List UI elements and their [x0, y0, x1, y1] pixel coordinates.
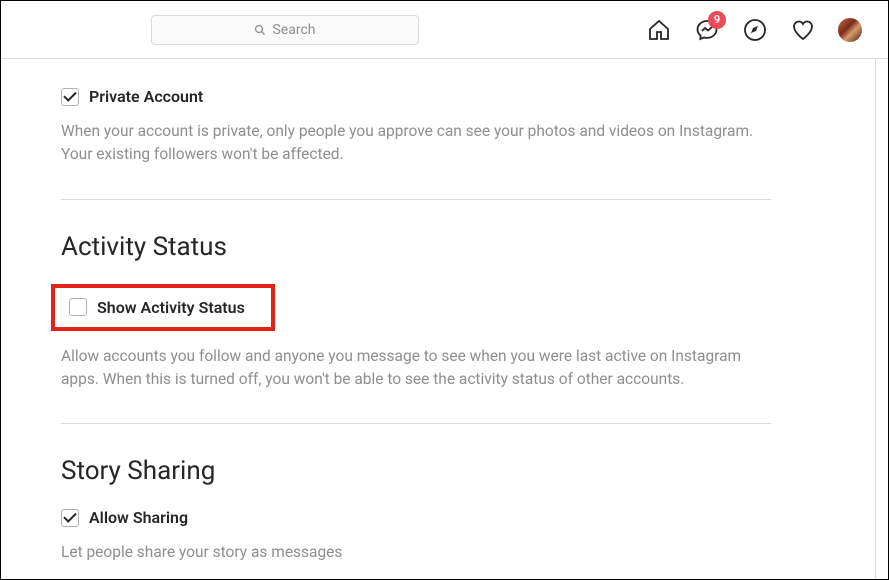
story-sharing-section: Story Sharing Allow Sharing Let people s… [61, 448, 771, 579]
settings-content: Private Account When your account is pri… [1, 59, 831, 579]
settings-scroll[interactable]: Private Account When your account is pri… [1, 59, 876, 579]
top-nav-bar: Search 9 [1, 1, 888, 59]
story-sharing-desc: Let people share your story as messages [61, 541, 771, 564]
divider [61, 423, 771, 424]
divider [61, 199, 771, 200]
search-input[interactable]: Search [151, 15, 419, 45]
activity-status-title: Activity Status [61, 232, 771, 262]
nav-icons: 9 [646, 17, 868, 43]
show-activity-highlight: Show Activity Status [51, 284, 275, 331]
avatar[interactable] [838, 18, 862, 42]
private-account-desc: When your account is private, only peopl… [61, 120, 771, 167]
private-account-section: Private Account When your account is pri… [61, 79, 771, 191]
story-sharing-title: Story Sharing [61, 456, 771, 486]
allow-sharing-row: Allow Sharing [61, 508, 771, 527]
activity-status-desc: Allow accounts you follow and anyone you… [61, 345, 771, 392]
private-account-row: Private Account [61, 87, 771, 106]
allow-sharing-label: Allow Sharing [89, 508, 188, 527]
explore-icon[interactable] [742, 17, 768, 43]
home-icon[interactable] [646, 17, 672, 43]
search-placeholder: Search [272, 22, 315, 38]
private-account-label: Private Account [89, 87, 203, 106]
search-icon [254, 24, 266, 36]
messenger-icon[interactable]: 9 [694, 17, 720, 43]
show-activity-checkbox[interactable] [69, 298, 87, 316]
private-account-checkbox[interactable] [61, 88, 79, 106]
activity-status-section: Activity Status Show Activity Status All… [61, 224, 771, 416]
heart-icon[interactable] [790, 17, 816, 43]
allow-sharing-checkbox[interactable] [61, 509, 79, 527]
messenger-badge: 9 [708, 11, 726, 29]
show-activity-label: Show Activity Status [97, 298, 245, 317]
